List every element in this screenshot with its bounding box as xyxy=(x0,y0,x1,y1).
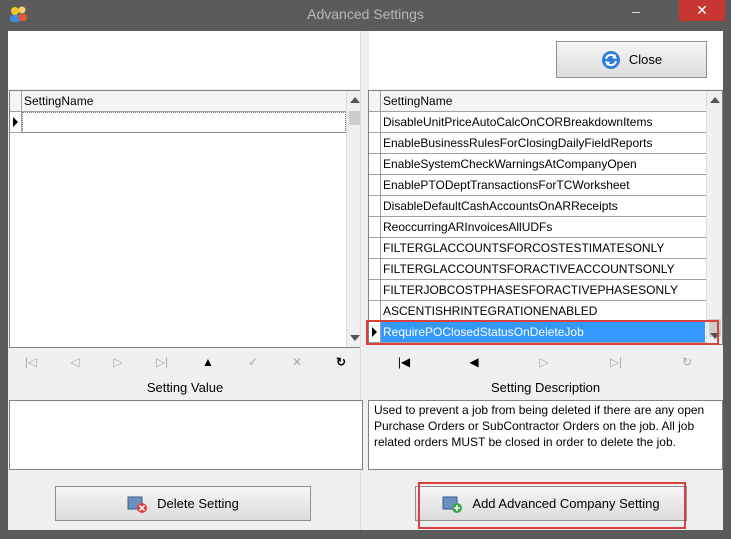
scroll-up-icon[interactable] xyxy=(350,97,360,103)
scroll-down-icon[interactable] xyxy=(350,335,360,341)
table-row[interactable]: ReoccurringARInvoicesAllUDFs xyxy=(369,217,706,238)
post-record-icon[interactable]: ✓ xyxy=(245,354,261,370)
table-row[interactable]: EnableSystemCheckWarningsAtCompanyOpen xyxy=(369,154,706,175)
delete-setting-label: Delete Setting xyxy=(157,496,239,511)
grid-cell[interactable]: ReoccurringARInvoicesAllUDFs xyxy=(383,220,552,234)
cancel-record-icon[interactable]: ✕ xyxy=(289,354,305,370)
current-row-indicator-icon xyxy=(13,117,18,127)
column-header-settingname[interactable]: SettingName xyxy=(383,94,452,108)
prior-record-icon[interactable]: ◁ xyxy=(67,354,83,370)
table-row[interactable]: FILTERGLACCOUNTSFORACTIVEACCOUNTSONLY xyxy=(369,259,706,280)
right-navigator: |◀ ◀ ▷ ▷| ↻ xyxy=(368,349,723,375)
left-navigator: |◁ ◁ ▷ ▷| ▲ ✓ ✕ ↻ xyxy=(9,349,363,375)
grid-cell[interactable]: EnablePTODeptTransactionsForTCWorksheet xyxy=(383,178,630,192)
close-button[interactable]: Close xyxy=(556,41,707,78)
row-indicator[interactable] xyxy=(369,217,381,237)
delete-setting-icon xyxy=(127,496,148,513)
grid-cell[interactable]: ASCENTISHRINTEGRATIONENABLED xyxy=(383,304,597,318)
grid-header: SettingName xyxy=(10,91,346,112)
grid-cell[interactable]: FILTERJOBCOSTPHASESFORACTIVEPHASESONLY xyxy=(383,283,678,297)
column-header-settingname[interactable]: SettingName xyxy=(24,94,93,108)
title-bar[interactable]: Advanced Settings ‒ ✕ xyxy=(0,0,731,30)
advanced-settings-window: Advanced Settings ‒ ✕ Close SettingName xyxy=(0,0,731,539)
setting-description-text: Used to prevent a job from being deleted… xyxy=(374,403,705,449)
first-record-icon[interactable]: |◁ xyxy=(23,354,39,370)
row-indicator[interactable] xyxy=(369,301,381,321)
selected-row-highlight xyxy=(366,320,719,345)
close-button-label: Close xyxy=(628,52,663,67)
grid-cell[interactable]: EnableSystemCheckWarningsAtCompanyOpen xyxy=(383,157,637,171)
insert-record-icon[interactable]: ▲ xyxy=(200,354,216,370)
table-row[interactable]: FILTERJOBCOSTPHASESFORACTIVEPHASESONLY xyxy=(369,280,706,301)
delete-setting-button[interactable]: Delete Setting xyxy=(55,486,311,521)
row-indicator[interactable] xyxy=(369,259,381,279)
grid-cell[interactable]: DisableDefaultCashAccountsOnARReceipts xyxy=(383,199,618,213)
grid-cell[interactable]: EnableBusinessRulesForClosingDailyFieldR… xyxy=(383,136,652,150)
minimize-button[interactable]: ‒ xyxy=(626,4,646,20)
grid-header: SettingName xyxy=(369,91,706,112)
next-record-icon[interactable]: ▷ xyxy=(110,354,126,370)
settings-grid-left[interactable]: SettingName xyxy=(9,90,363,348)
grid-cell[interactable]: FILTERGLACCOUNTSFORCOSTESTIMATESONLY xyxy=(383,241,664,255)
row-indicator[interactable] xyxy=(369,196,381,216)
row-indicator[interactable] xyxy=(369,133,381,153)
client-area: Close SettingName SettingName DisableUni… xyxy=(8,31,723,530)
table-row[interactable]: EnablePTODeptTransactionsForTCWorksheet xyxy=(369,175,706,196)
window-title: Advanced Settings xyxy=(307,6,424,22)
row-indicator[interactable] xyxy=(369,175,381,195)
table-row[interactable] xyxy=(10,112,346,133)
setting-value-label: Setting Value xyxy=(146,380,224,395)
row-indicator[interactable] xyxy=(369,112,381,132)
last-record-icon[interactable]: ▷| xyxy=(608,354,624,370)
first-record-icon[interactable]: |◀ xyxy=(396,354,412,370)
last-record-icon[interactable]: ▷| xyxy=(154,354,170,370)
table-row[interactable]: DisableUnitPriceAutoCalcOnCORBreakdownIt… xyxy=(369,112,706,133)
right-grid-scrollbar[interactable] xyxy=(706,91,722,344)
scroll-up-icon[interactable] xyxy=(710,97,720,103)
table-row[interactable]: EnableBusinessRulesForClosingDailyFieldR… xyxy=(369,133,706,154)
table-row[interactable]: ASCENTISHRINTEGRATIONENABLED xyxy=(369,301,706,322)
table-row[interactable]: DisableDefaultCashAccountsOnARReceipts xyxy=(369,196,706,217)
row-indicator[interactable] xyxy=(369,238,381,258)
refresh-circle-icon xyxy=(601,50,620,69)
settings-grid-right[interactable]: SettingName DisableUnitPriceAutoCalcOnCO… xyxy=(368,90,723,345)
grid-cell[interactable] xyxy=(22,112,346,133)
setting-description-label: Setting Description xyxy=(490,380,601,395)
prior-record-icon[interactable]: ◀ xyxy=(466,354,482,370)
grid-cell[interactable]: FILTERGLACCOUNTSFORACTIVEACCOUNTSONLY xyxy=(383,262,675,276)
row-indicator[interactable] xyxy=(369,154,381,174)
table-row[interactable]: FILTERGLACCOUNTSFORCOSTESTIMATESONLY xyxy=(369,238,706,259)
refresh-icon[interactable]: ↻ xyxy=(333,354,349,370)
refresh-icon[interactable]: ↻ xyxy=(679,354,695,370)
add-button-highlight xyxy=(418,482,686,529)
grid-cell[interactable]: DisableUnitPriceAutoCalcOnCORBreakdownIt… xyxy=(383,115,652,129)
setting-value-field[interactable] xyxy=(9,400,363,470)
row-indicator[interactable] xyxy=(369,280,381,300)
window-close-button[interactable]: ✕ xyxy=(679,0,725,21)
next-record-icon[interactable]: ▷ xyxy=(536,354,552,370)
